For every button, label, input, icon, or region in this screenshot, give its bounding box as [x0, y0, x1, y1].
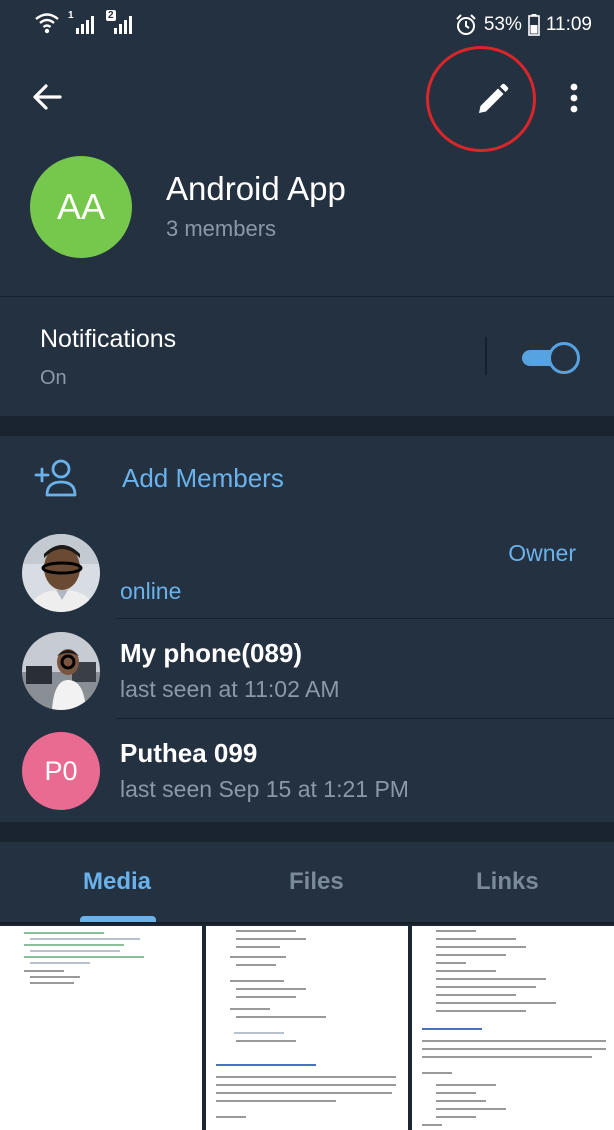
add-person-icon — [34, 459, 77, 497]
battery-percent: 53% — [483, 14, 522, 35]
sim2-label: 2 — [106, 10, 116, 21]
member-name: My phone(089) — [120, 638, 303, 668]
member-role: Owner — [508, 540, 576, 566]
group-avatar[interactable]: AA — [30, 156, 132, 258]
more-options-button[interactable] — [562, 80, 586, 116]
notifications-row[interactable]: Notifications On — [0, 296, 614, 417]
arrow-left-icon — [33, 84, 62, 110]
member-avatar — [22, 632, 100, 710]
media-thumbnail[interactable] — [412, 926, 614, 1130]
more-vertical-icon — [570, 83, 578, 113]
media-thumbnail[interactable] — [206, 926, 408, 1130]
edit-button[interactable] — [474, 82, 510, 118]
section-gap — [0, 416, 614, 436]
wifi-icon — [35, 13, 59, 34]
tab-media[interactable]: Media — [83, 868, 151, 896]
notifications-toggle[interactable] — [522, 342, 580, 374]
member-name: Puthea 099 — [120, 738, 258, 768]
signal-sim2-icon: 2 — [106, 10, 136, 36]
notifications-value: On — [40, 367, 67, 389]
member-avatar — [22, 534, 100, 612]
add-members-button[interactable]: Add Members — [0, 436, 614, 520]
section-gap — [0, 822, 614, 842]
pencil-icon — [479, 83, 509, 113]
members-section: Add Members online Owner My phone(089) l… — [0, 436, 614, 822]
notifications-label: Notifications — [40, 325, 177, 353]
tab-links[interactable]: Links — [476, 868, 539, 896]
tab-files[interactable]: Files — [289, 868, 344, 896]
media-grid — [0, 924, 614, 1130]
divider — [485, 337, 487, 375]
chat-info-header: AA Android App 3 members — [0, 46, 614, 296]
group-name: Android App — [166, 170, 346, 207]
member-row[interactable]: P0 Puthea 099 last seen Sep 15 at 1:21 P… — [0, 718, 614, 822]
back-button[interactable] — [30, 80, 64, 114]
member-row[interactable]: My phone(089) last seen at 11:02 AM — [0, 618, 614, 722]
member-status: online — [120, 578, 182, 604]
battery-icon — [528, 14, 540, 36]
alarm-icon — [456, 14, 476, 35]
status-bar: 1 2 53% 11:09 — [0, 0, 614, 52]
sim1-label: 1 — [68, 10, 74, 21]
member-row[interactable]: online Owner — [0, 526, 614, 624]
member-status: last seen Sep 15 at 1:21 PM — [120, 776, 409, 802]
active-tab-indicator — [80, 916, 156, 922]
member-count: 3 members — [166, 216, 277, 241]
clock-time: 11:09 — [545, 14, 592, 35]
media-thumbnail[interactable] — [0, 926, 202, 1130]
add-members-label: Add Members — [122, 463, 284, 493]
member-status: last seen at 11:02 AM — [120, 676, 340, 702]
signal-sim1-icon: 1 — [68, 10, 98, 36]
shared-media-tabs: Media Files Links — [0, 842, 614, 924]
member-avatar: P0 — [22, 732, 100, 810]
